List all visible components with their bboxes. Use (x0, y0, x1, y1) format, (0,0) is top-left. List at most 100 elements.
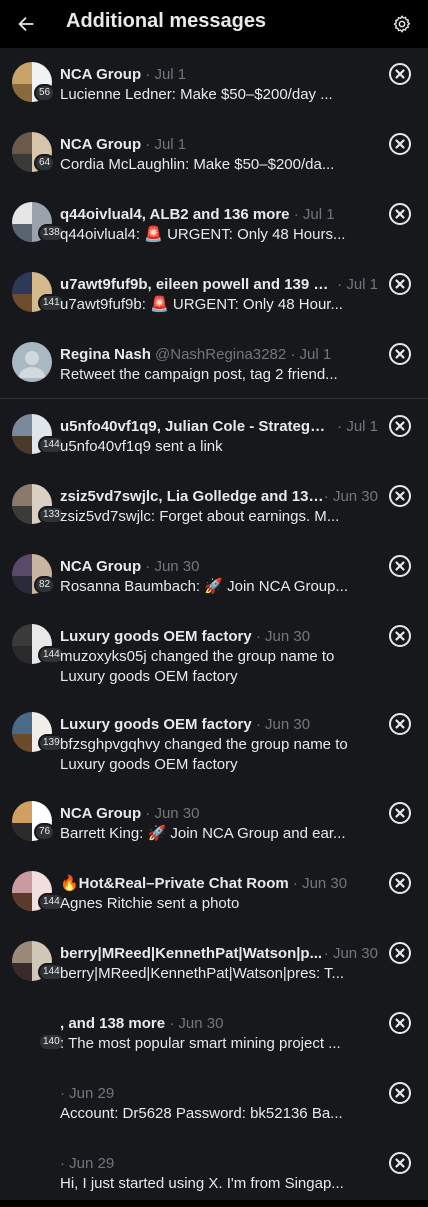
timestamp: Jun 29 (69, 1085, 115, 1102)
avatar: 144 (12, 941, 65, 981)
close-circle-icon (389, 273, 411, 295)
conversation-row[interactable]: 144 berry|MReed|KennethPat|Watson|p... · … (0, 927, 428, 997)
conversation-row[interactable]: 144 u5nfo40vf1q9, Julian Cole - Strategy … (0, 400, 428, 470)
dismiss-button[interactable] (388, 554, 412, 578)
conversation-row[interactable]: 140, and 138 more · Jun 30: The most pop… (0, 997, 428, 1067)
conversation-row[interactable]: 56 NCA Group · Jul 1 Lucienne Ledner: Make… (0, 48, 428, 118)
dismiss-button[interactable] (388, 342, 412, 366)
conversation-name: Regina Nash (60, 346, 151, 363)
conversation-header: NCA Group · Jul 1 (60, 65, 378, 85)
conversation-row[interactable]: 138 q44oivlual4, ALB2 and 136 more · Jul … (0, 188, 428, 258)
avatar: 144 (12, 414, 65, 454)
date-separator: · (288, 875, 303, 892)
message-preview: Rosanna Baumbach: 🚀 Join NCA Group... (60, 578, 348, 595)
timestamp-wrap: · Jul 1 (337, 275, 378, 295)
message-preview: Cordia McLaughlin: Make $50–$200/da... (60, 156, 335, 173)
timestamp-wrap: · Jun 30 (324, 944, 378, 964)
conversation-row[interactable]: 76 NCA Group · Jun 30 Barrett King: 🚀 Join… (0, 787, 428, 857)
close-circle-icon (389, 133, 411, 155)
page-title: Additional messages (66, 10, 267, 32)
conversation-row[interactable]: 64 NCA Group · Jul 1 Cordia McLaughlin: Ma… (0, 118, 428, 188)
timestamp: Jul 1 (299, 346, 332, 363)
conversation-name: NCA Group (60, 558, 142, 575)
conversation-row[interactable]: 133 zsiz5vd7swjlc, Lia Golledge and 131 .… (0, 470, 428, 540)
timestamp: Jun 30 (265, 716, 311, 733)
close-circle-icon (389, 625, 411, 647)
dismiss-button[interactable] (388, 1151, 412, 1175)
dismiss-button[interactable] (388, 941, 412, 965)
timestamp: Jul 1 (346, 418, 378, 435)
close-circle-icon (389, 415, 411, 437)
conversation-name: u7awt9fuf9b, eileen powell and 139 m... (60, 276, 330, 293)
conversation-header: NCA Group · Jun 30 (60, 557, 378, 577)
dismiss-button[interactable] (388, 414, 412, 438)
avatar: 133 (12, 484, 65, 524)
message-preview: Retweet the campaign post, tag 2 friend.… (60, 366, 338, 383)
date-separator: · (60, 1085, 70, 1102)
close-circle-icon (389, 872, 411, 894)
conversation-name: NCA Group (60, 805, 142, 822)
dismiss-button[interactable] (388, 272, 412, 296)
message-preview: Lucienne Ledner: Make $50–$200/day ... (60, 86, 333, 103)
conversation-row[interactable]: Regina Nash @NashRegina3282 · Jul 1 Retwe… (0, 328, 428, 398)
message-preview: bfzsghpvgqhvy changed the group name to … (60, 736, 348, 773)
message-preview: muzoxyks05j changed the group name to Lu… (60, 648, 335, 685)
section-divider (0, 398, 428, 399)
date-separator: · (141, 558, 155, 575)
dismiss-button[interactable] (388, 484, 412, 508)
message-preview: Account: Dr5628 Password: bk52136 Ba... (60, 1105, 343, 1122)
dismiss-button[interactable] (388, 62, 412, 86)
conversation-header: , and 138 more · Jun 30 (60, 1014, 378, 1034)
dismiss-button[interactable] (388, 1011, 412, 1035)
date-separator: · (141, 66, 155, 83)
avatar: 56 (12, 62, 56, 102)
settings-button[interactable] (384, 6, 420, 42)
conversation-name: NCA Group (60, 136, 142, 153)
close-circle-icon (389, 1152, 411, 1174)
conversation-row[interactable]: 82 NCA Group · Jun 30 Rosanna Baumbach: 🚀 … (0, 540, 428, 610)
dismiss-button[interactable] (388, 1081, 412, 1105)
conversation-header: Regina Nash @NashRegina3282 · Jul 1 (60, 345, 378, 365)
timestamp: Jun 30 (154, 558, 200, 575)
message-preview: : The most popular smart mining project … (60, 1035, 341, 1052)
conversation-row[interactable]: 144 Luxury goods OEM factory · Jun 30 muzo… (0, 610, 428, 698)
avatar: 76 (12, 801, 56, 841)
conversation-header: q44oivlual4, ALB2 and 136 more · Jul 1 (60, 205, 378, 225)
conversation-row[interactable]: 141 u7awt9fuf9b, eileen powell and 139 m.… (0, 258, 428, 328)
avatar: 138 (12, 202, 65, 242)
conversation-header: zsiz5vd7swjlc, Lia Golledge and 131 ... … (60, 487, 378, 507)
conversation-name: Luxury goods OEM factory (60, 628, 252, 645)
dismiss-button[interactable] (388, 624, 412, 648)
conversation-name: , and 138 more (60, 1015, 166, 1032)
dismiss-button[interactable] (388, 712, 412, 736)
dismiss-button[interactable] (388, 202, 412, 226)
timestamp: Jun 30 (265, 628, 311, 645)
participant-count-badge: 64 (34, 154, 56, 172)
conversation-row[interactable]: 144 🔥Hot&Real–Private Chat Room · Jun 30 A… (0, 857, 428, 927)
conversation-header: u5nfo40vf1q9, Julian Cole - Strategy ...… (60, 417, 378, 437)
conversation-row[interactable]: · Jun 29 Hi, I just started using X. I'm … (0, 1137, 428, 1207)
timestamp-wrap: · Jun 30 (324, 487, 378, 507)
timestamp: Jul 1 (346, 276, 378, 293)
dismiss-button[interactable] (388, 132, 412, 156)
back-button[interactable] (8, 6, 44, 42)
conversation-name: u5nfo40vf1q9, Julian Cole - Strategy ... (60, 418, 330, 435)
timestamp: Jul 1 (154, 136, 187, 153)
arrow-left-icon (18, 16, 34, 32)
date-separator: · (289, 206, 303, 223)
dismiss-button[interactable] (388, 871, 412, 895)
timestamp: Jun 30 (332, 488, 378, 505)
close-circle-icon (389, 63, 411, 85)
conversation-row[interactable]: · Jun 29 Account: Dr5628 Password: bk5213… (0, 1067, 428, 1137)
dismiss-button[interactable] (388, 801, 412, 825)
conversation-row[interactable]: 139 Luxury goods OEM factory · Jun 30 bfzs… (0, 698, 428, 786)
close-circle-icon (389, 1082, 411, 1104)
conversation-header: u7awt9fuf9b, eileen powell and 139 m... … (60, 275, 378, 295)
message-preview: q44oivlual4: 🚨 URGENT: Only 48 Hours... (60, 226, 346, 243)
conversation-name: zsiz5vd7swjlc, Lia Golledge and 131 ... (60, 488, 330, 505)
participant-count-badge: 82 (34, 576, 56, 594)
date-separator: · (323, 488, 333, 505)
avatar: 144 (12, 624, 65, 664)
avatar: 82 (12, 554, 56, 594)
gear-icon (393, 15, 411, 33)
